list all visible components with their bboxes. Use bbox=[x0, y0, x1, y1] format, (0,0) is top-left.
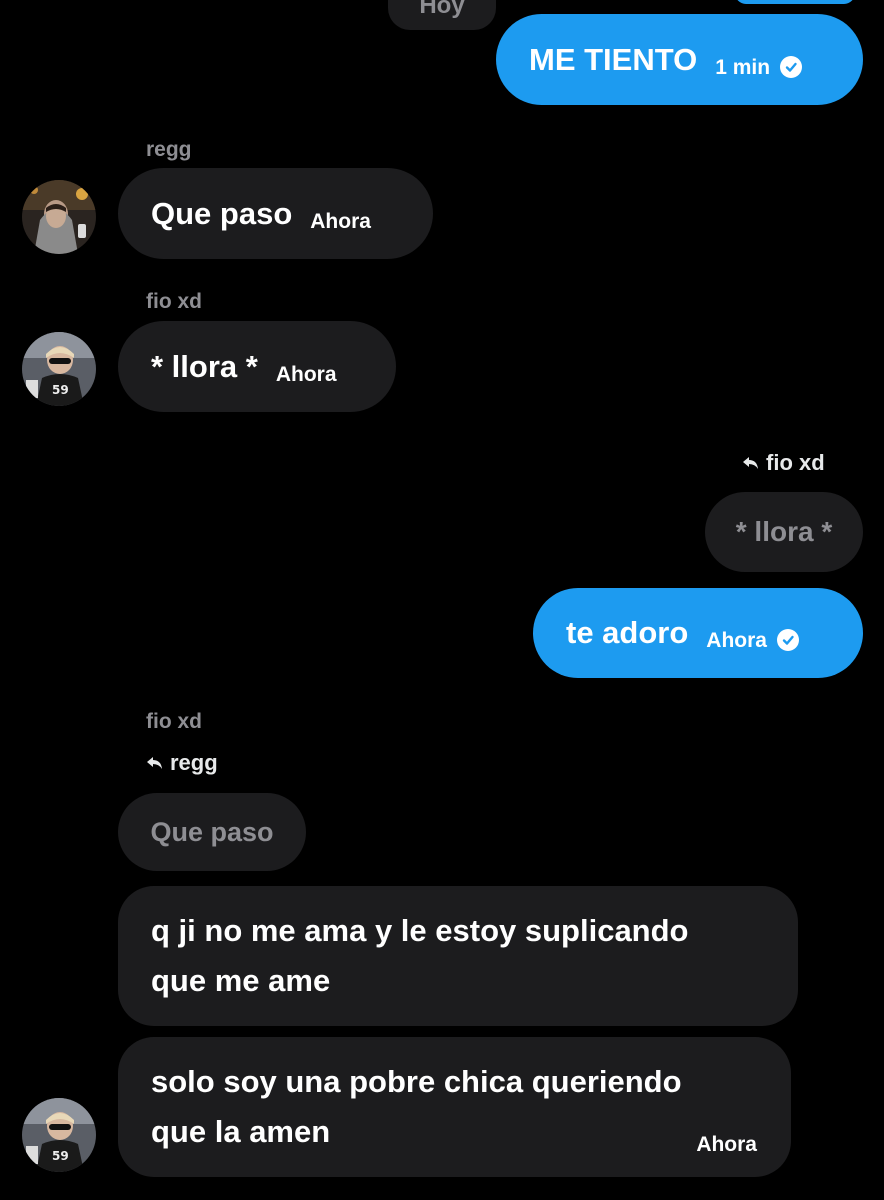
message-text-line: q ji no me ama y le estoy suplicando bbox=[151, 913, 689, 948]
message-text-line: que la amen bbox=[151, 1114, 331, 1149]
message-time: Ahora bbox=[310, 209, 371, 233]
message-text-line: que me ame bbox=[151, 963, 331, 998]
message-text-line: solo soy una pobre chica queriendo bbox=[151, 1064, 682, 1099]
reply-icon bbox=[743, 457, 758, 469]
reply-target-name: regg bbox=[170, 750, 218, 775]
message-text: Que paso bbox=[151, 195, 293, 231]
sender-name: fio xd bbox=[146, 710, 202, 733]
message-time: Ahora bbox=[706, 629, 767, 652]
received-message-bubble[interactable]: * llora * Ahora bbox=[118, 321, 396, 412]
avatar-fio[interactable]: 59 bbox=[22, 332, 96, 406]
sender-name: regg bbox=[146, 138, 192, 161]
message-text: * llora * bbox=[151, 348, 258, 384]
message-time: Ahora bbox=[275, 362, 337, 386]
previous-sent-bubble bbox=[735, 0, 855, 4]
quoted-message[interactable]: Que paso bbox=[118, 793, 306, 871]
received-message-bubble[interactable]: Que paso Ahora bbox=[118, 168, 433, 259]
date-divider: Hoy bbox=[388, 0, 496, 30]
sender-name: fio xd bbox=[146, 290, 202, 313]
read-check-icon bbox=[776, 629, 799, 651]
avatar-fio[interactable]: 59 bbox=[22, 1098, 96, 1172]
sent-message-bubble[interactable]: ME TIENTO 1 min bbox=[496, 14, 863, 105]
avatar-regg[interactable] bbox=[22, 180, 96, 254]
svg-text:59: 59 bbox=[52, 383, 69, 397]
quoted-text: Que paso bbox=[150, 816, 274, 847]
message-time: 1 min bbox=[715, 55, 771, 79]
reply-target-name: fio xd bbox=[766, 450, 825, 475]
quoted-text: * llora * bbox=[735, 516, 833, 547]
reply-icon bbox=[147, 757, 162, 769]
received-message-bubble[interactable]: q ji no me ama y le estoy suplicando que… bbox=[118, 886, 798, 1026]
reply-reference[interactable]: fio xd bbox=[742, 450, 825, 476]
quoted-message[interactable]: * llora * bbox=[705, 492, 863, 572]
svg-text:59: 59 bbox=[52, 1149, 69, 1163]
message-text: te adoro bbox=[566, 615, 689, 650]
read-check-icon bbox=[780, 55, 803, 78]
message-time: Ahora bbox=[696, 1133, 757, 1156]
reply-reference[interactable]: regg bbox=[146, 750, 218, 776]
sent-message-bubble[interactable]: te adoro Ahora bbox=[533, 588, 863, 678]
message-text: ME TIENTO bbox=[529, 41, 698, 77]
received-message-bubble[interactable]: solo soy una pobre chica queriendo que l… bbox=[118, 1037, 791, 1177]
